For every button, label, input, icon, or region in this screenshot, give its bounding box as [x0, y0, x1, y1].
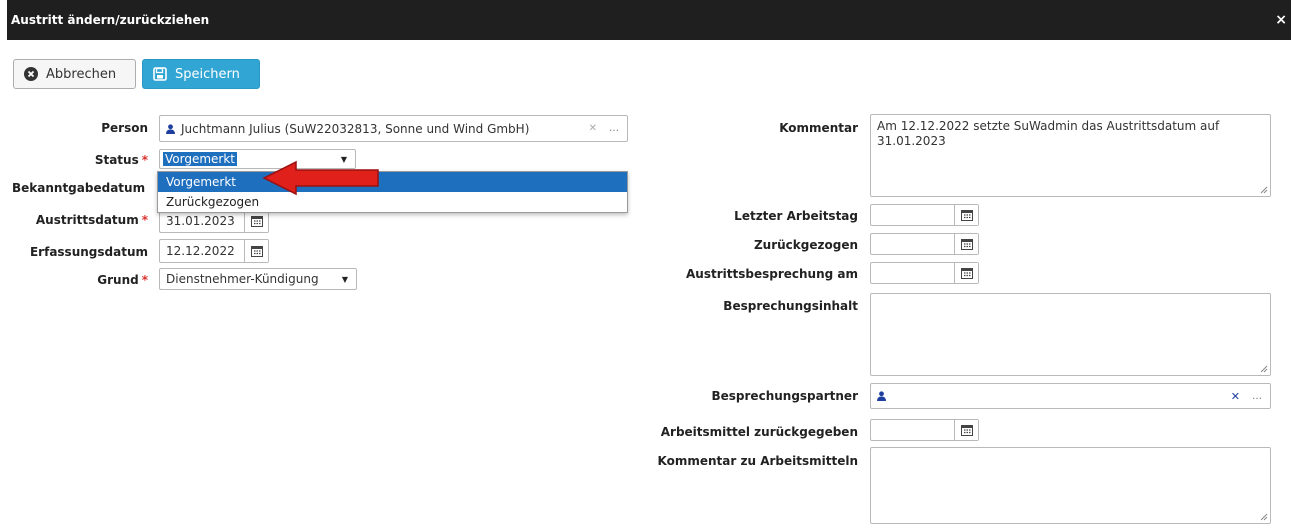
grund-label: Grund * — [97, 273, 148, 287]
arbeitsmittel-label: Arbeitsmittel zurückgegeben — [660, 425, 858, 439]
austritt-value: 31.01.2023 — [166, 214, 235, 228]
cancel-button[interactable]: Abbrechen — [13, 59, 136, 89]
besprechung-am-label: Austrittsbesprechung am — [686, 267, 858, 281]
calendar-icon[interactable] — [954, 205, 978, 225]
resize-grip-icon[interactable] — [1260, 513, 1268, 521]
bekanntgabe-label: Bekanntgabedatum — [12, 181, 146, 195]
kommentar-textarea[interactable]: Am 12.12.2022 setzte SuWadmin das Austri… — [870, 114, 1271, 197]
chevron-down-icon: ▼ — [341, 274, 348, 284]
user-icon — [877, 391, 886, 401]
save-button-label: Speichern — [175, 66, 240, 82]
status-option-vorgemerkt[interactable]: Vorgemerkt — [158, 172, 627, 192]
kommentar-arbeitsmittel-label: Kommentar zu Arbeitsmitteln — [657, 454, 858, 468]
zurueckgezogen-label: Zurückgezogen — [753, 238, 858, 252]
calendar-icon[interactable] — [244, 210, 268, 232]
letzter-arbeitstag-field[interactable] — [870, 204, 979, 226]
kommentar-arbeitsmittel-textarea[interactable] — [870, 447, 1271, 524]
dialog-title: Austritt ändern/zurückziehen — [11, 13, 210, 27]
status-option-zurueckgezogen[interactable]: Zurückgezogen — [158, 192, 627, 212]
dialog-titlebar: Austritt ändern/zurückziehen × — [7, 0, 1291, 40]
besprechungspartner-label: Besprechungspartner — [711, 389, 859, 403]
kommentar-value: Am 12.12.2022 setzte SuWadmin das Austri… — [877, 119, 1220, 148]
grund-select[interactable]: Dienstnehmer-Kündigung ▼ — [159, 268, 357, 290]
clear-icon[interactable]: ✕ — [1231, 390, 1240, 403]
austritt-label: Austrittsdatum * — [35, 213, 148, 227]
erfassung-date-field[interactable]: 12.12.2022 — [159, 239, 269, 263]
floppy-disk-icon — [153, 67, 167, 81]
more-icon[interactable]: … — [609, 123, 619, 134]
letzter-arbeitstag-label: Letzter Arbeitstag — [734, 209, 858, 223]
erfassung-label: Erfassungsdatum — [29, 245, 148, 259]
grund-value: Dienstnehmer-Kündigung — [166, 272, 319, 286]
zurueckgezogen-field[interactable] — [870, 233, 979, 255]
times-circle-icon — [24, 67, 38, 81]
save-button[interactable]: Speichern — [142, 59, 260, 89]
status-dropdown-list: Vorgemerkt Zurückgezogen — [157, 171, 628, 213]
close-icon[interactable]: × — [1275, 0, 1287, 40]
person-value: Juchtmann Julius (SuW22032813, Sonne und… — [181, 121, 530, 136]
besprechungsinhalt-textarea[interactable] — [870, 293, 1271, 376]
person-label: Person — [101, 121, 148, 135]
user-icon — [166, 123, 175, 134]
erfassung-value: 12.12.2022 — [166, 244, 235, 258]
more-icon[interactable]: … — [1252, 391, 1262, 402]
arbeitsmittel-field[interactable] — [870, 419, 979, 441]
resize-grip-icon[interactable] — [1260, 365, 1268, 373]
besprechungspartner-field[interactable]: ✕ … — [870, 383, 1271, 409]
besprechungsinhalt-label: Besprechungsinhalt — [723, 299, 858, 313]
calendar-icon[interactable] — [244, 240, 268, 262]
besprechung-am-field[interactable] — [870, 262, 979, 284]
kommentar-label: Kommentar — [779, 121, 858, 135]
person-field[interactable]: Juchtmann Julius (SuW22032813, Sonne und… — [159, 115, 628, 142]
annotation-arrow-icon — [262, 160, 379, 196]
cancel-button-label: Abbrechen — [46, 66, 117, 82]
calendar-icon[interactable] — [954, 234, 978, 254]
calendar-icon[interactable] — [954, 263, 978, 283]
status-value: Vorgemerkt — [163, 152, 238, 166]
resize-grip-icon[interactable] — [1260, 186, 1268, 194]
status-label: Status * — [94, 153, 148, 167]
calendar-icon[interactable] — [954, 420, 978, 440]
clear-icon[interactable]: ✕ — [589, 123, 597, 134]
